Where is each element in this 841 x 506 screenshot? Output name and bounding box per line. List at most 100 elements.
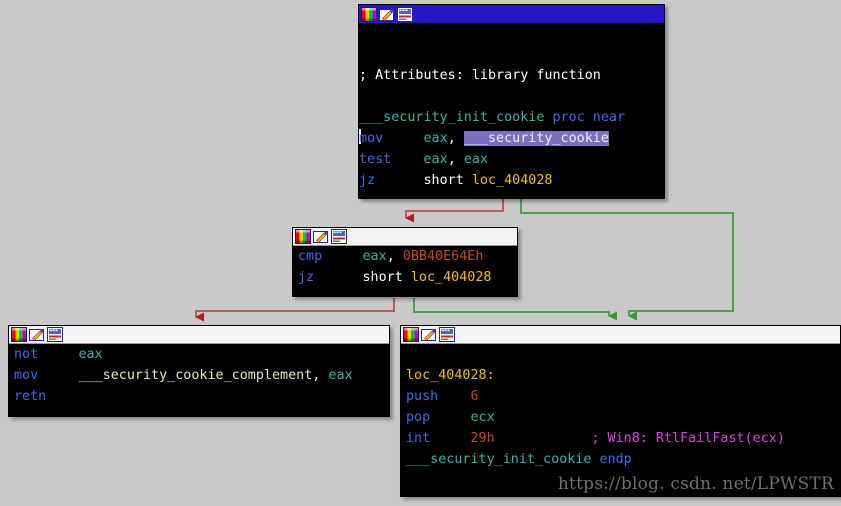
graph-window-icon[interactable] <box>397 6 413 22</box>
node-titlebar[interactable] <box>401 326 840 344</box>
code-line[interactable]: retn <box>14 386 389 407</box>
node-titlebar[interactable] <box>359 5 664 23</box>
node-titlebar-icons <box>11 327 63 342</box>
edge-cmp-false <box>195 298 395 322</box>
code-line[interactable]: mov ___security_cookie_complement, eax <box>14 365 389 386</box>
code-line[interactable]: push 6 <box>406 386 840 407</box>
color-palette-icon[interactable] <box>361 6 377 22</box>
pencil-edit-icon[interactable] <box>29 327 45 342</box>
graph-canvas[interactable]: ; Attributes: library function ___securi… <box>0 0 841 506</box>
code-line[interactable]: pop ecx <box>406 407 840 428</box>
code-line[interactable]: not eax <box>14 344 389 365</box>
code-token: eax <box>423 152 448 167</box>
code-token: test <box>359 152 392 167</box>
code-token: mov <box>359 131 384 146</box>
node-code[interactable]: not eax mov ___security_cookie_complement… <box>9 344 389 407</box>
code-line[interactable] <box>359 86 664 107</box>
node-code[interactable]: ; Attributes: library function ___securi… <box>359 23 664 191</box>
code-token: not <box>14 347 39 362</box>
code-token: proc near <box>552 110 626 125</box>
code-line[interactable]: test eax, eax <box>359 149 664 170</box>
code-token: jz <box>359 173 376 188</box>
code-token: endp <box>599 452 632 467</box>
code-token: loc_404028: <box>406 368 495 383</box>
color-palette-icon[interactable] <box>295 229 311 244</box>
code-token: retn <box>14 389 47 404</box>
code-line[interactable]: int 29h ; Win8: RtlFailFast(ecx) <box>406 428 840 449</box>
code-token: eax <box>362 249 387 264</box>
code-token: eax <box>423 131 448 146</box>
code-token: , <box>386 249 403 264</box>
code-token: mov <box>14 368 39 383</box>
code-token: ___security_init_cookie <box>359 110 553 125</box>
code-token: eax <box>463 152 488 167</box>
edge-entry-true <box>520 199 734 321</box>
code-line[interactable]: mov eax, ___security_cookie <box>359 128 664 149</box>
pencil-edit-icon[interactable] <box>421 327 437 342</box>
code-token: ___security_init_cookie <box>406 452 600 467</box>
code-token: , <box>447 152 464 167</box>
code-line[interactable]: loc_404028: <box>406 365 840 386</box>
node-code[interactable]: cmp eax, 0BB40E64Eh jz short loc_404028 <box>293 246 517 288</box>
node-code[interactable]: loc_404028: push 6 pop ecx int 29h ; Win8: … <box>401 344 840 470</box>
code-token: 29h <box>470 431 495 446</box>
code-line[interactable]: ___security_init_cookie endp <box>406 449 840 470</box>
edge-cmp-true <box>413 298 617 321</box>
code-token: cmp <box>298 249 323 264</box>
code-token: pop <box>406 410 431 425</box>
node-titlebar[interactable] <box>9 326 389 344</box>
node-titlebar-icons <box>295 229 347 244</box>
graph-window-icon[interactable] <box>331 229 347 244</box>
code-token: int <box>406 431 431 446</box>
code-token: , <box>312 368 329 383</box>
code-token: jz <box>298 270 315 285</box>
code-line[interactable]: jz short loc_404028 <box>359 170 664 191</box>
code-token: ecx <box>470 410 495 425</box>
code-line[interactable]: jz short loc_404028 <box>298 267 517 288</box>
code-token: ___security_cookie <box>463 131 609 146</box>
edge-entry-false <box>405 199 504 223</box>
code-token: loc_404028 <box>410 270 492 285</box>
code-line[interactable] <box>359 44 664 65</box>
code-line[interactable] <box>406 344 840 365</box>
watermark-text: https://blog. csdn. net/LPWSTR <box>557 474 834 494</box>
color-palette-icon[interactable] <box>403 327 419 342</box>
code-token: short <box>375 173 472 188</box>
code-token: 0BB40E64Eh <box>402 249 484 264</box>
code-token: eax <box>328 368 353 383</box>
basic-block-entry[interactable]: ; Attributes: library function ___securi… <box>358 4 665 199</box>
basic-block-cmp[interactable]: cmp eax, 0BB40E64Eh jz short loc_404028 <box>292 227 518 297</box>
code-token: short <box>314 270 411 285</box>
node-titlebar[interactable] <box>293 228 517 246</box>
code-token: push <box>406 389 439 404</box>
basic-block-complement[interactable]: not eax mov ___security_cookie_complement… <box>8 325 390 417</box>
node-titlebar-icons <box>403 327 455 342</box>
pencil-edit-icon[interactable] <box>313 229 329 244</box>
code-token: 6 <box>470 389 479 404</box>
code-token: ___security_cookie_complement <box>78 368 313 383</box>
code-token: , <box>447 131 464 146</box>
graph-window-icon[interactable] <box>47 327 63 342</box>
basic-block-fail[interactable]: loc_404028: push 6 pop ecx int 29h ; Win8: … <box>400 325 841 497</box>
code-line[interactable] <box>359 23 664 44</box>
code-line[interactable]: cmp eax, 0BB40E64Eh <box>298 246 517 267</box>
code-token: loc_404028 <box>471 173 553 188</box>
graph-window-icon[interactable] <box>439 327 455 342</box>
code-line[interactable]: ___security_init_cookie proc near <box>359 107 664 128</box>
node-titlebar-icons <box>361 6 413 22</box>
pencil-edit-icon[interactable] <box>379 7 395 22</box>
code-token: eax <box>78 347 103 362</box>
code-token: ; Win8: RtlFailFast(ecx) <box>591 431 785 446</box>
color-palette-icon[interactable] <box>11 327 27 342</box>
code-line[interactable]: ; Attributes: library function <box>359 65 664 86</box>
code-token: ; Attributes: library function <box>359 68 601 83</box>
